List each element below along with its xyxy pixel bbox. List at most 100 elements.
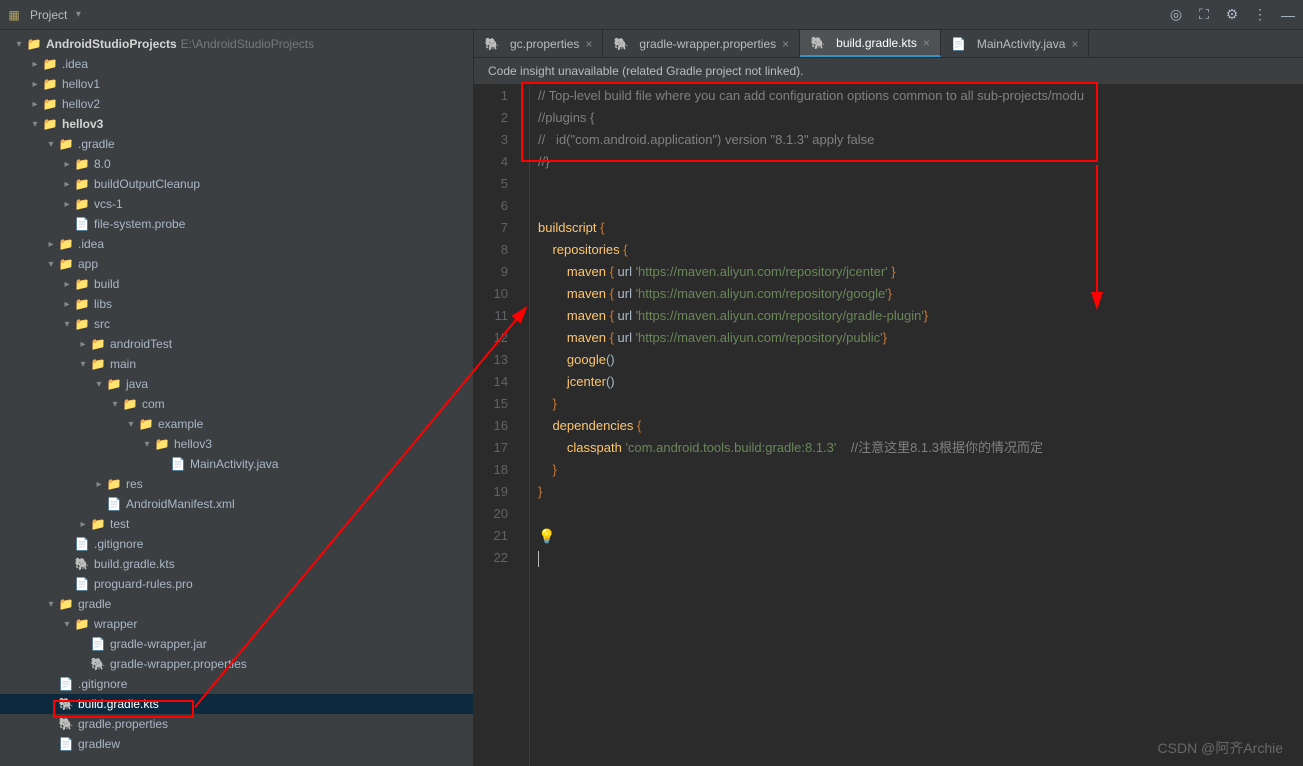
code-line[interactable]: } bbox=[538, 481, 1303, 503]
chevron-right-icon[interactable]: ▸ bbox=[60, 199, 74, 210]
code-line[interactable]: dependencies { bbox=[538, 415, 1303, 437]
chevron-down-icon[interactable]: ▾ bbox=[28, 119, 42, 130]
chevron-down-icon[interactable]: ▾ bbox=[44, 599, 58, 610]
code-line[interactable]: // Top-level build file where you can ad… bbox=[538, 85, 1303, 107]
close-icon[interactable]: × bbox=[1071, 37, 1078, 51]
tree-row[interactable]: ▸📁test bbox=[0, 514, 473, 534]
tab-gradle-wrapper-properties[interactable]: 🐘gradle-wrapper.properties× bbox=[603, 30, 800, 57]
chevron-down-icon[interactable]: ▾ bbox=[140, 439, 154, 450]
code-line[interactable]: classpath 'com.android.tools.build:gradl… bbox=[538, 437, 1303, 459]
tree-row[interactable]: ▾📁AndroidStudioProjects E:\AndroidStudio… bbox=[0, 34, 473, 54]
tree-row[interactable]: ▸📁vcs-1 bbox=[0, 194, 473, 214]
code-line[interactable]: maven { url 'https://maven.aliyun.com/re… bbox=[538, 327, 1303, 349]
code-line[interactable] bbox=[538, 503, 1303, 525]
tree-row[interactable]: 📄.gitignore bbox=[0, 534, 473, 554]
code-line[interactable]: // id("com.android.application") version… bbox=[538, 129, 1303, 151]
tree-row[interactable]: 🐘build.gradle.kts bbox=[0, 694, 473, 714]
tree-row[interactable]: ▸📁libs bbox=[0, 294, 473, 314]
close-icon[interactable]: × bbox=[923, 36, 930, 50]
code-line[interactable]: repositories { bbox=[538, 239, 1303, 261]
tree-row[interactable]: 📄proguard-rules.pro bbox=[0, 574, 473, 594]
code-line[interactable] bbox=[538, 195, 1303, 217]
tree-row[interactable]: ▾📁.gradle bbox=[0, 134, 473, 154]
code-line[interactable]: maven { url 'https://maven.aliyun.com/re… bbox=[538, 305, 1303, 327]
kebab-icon[interactable]: ⋮ bbox=[1251, 6, 1269, 24]
chevron-down-icon[interactable]: ▾ bbox=[92, 379, 106, 390]
chevron-down-icon[interactable]: ▾ bbox=[124, 419, 138, 430]
chevron-down-icon[interactable]: ▾ bbox=[12, 39, 26, 50]
tree-row[interactable]: ▸📁androidTest bbox=[0, 334, 473, 354]
tree-row[interactable]: 📄gradlew bbox=[0, 734, 473, 754]
close-icon[interactable]: × bbox=[585, 37, 592, 51]
tree-row[interactable]: ▾📁com bbox=[0, 394, 473, 414]
code-line[interactable]: } bbox=[538, 459, 1303, 481]
code-line[interactable]: buildscript { bbox=[538, 217, 1303, 239]
tree-row[interactable]: ▸📁hellov2 bbox=[0, 94, 473, 114]
code-line[interactable]: //plugins { bbox=[538, 107, 1303, 129]
tree-row[interactable]: 📄MainActivity.java bbox=[0, 454, 473, 474]
chevron-right-icon[interactable]: ▸ bbox=[60, 179, 74, 190]
insight-banner[interactable]: Code insight unavailable (related Gradle… bbox=[474, 58, 1303, 85]
tree-row[interactable]: ▸📁build bbox=[0, 274, 473, 294]
chevron-right-icon[interactable]: ▸ bbox=[60, 279, 74, 290]
tree-row[interactable]: 📄gradle-wrapper.jar bbox=[0, 634, 473, 654]
chevron-down-icon[interactable]: ▾ bbox=[44, 259, 58, 270]
minimize-icon[interactable]: — bbox=[1279, 6, 1297, 24]
code-line[interactable]: jcenter() bbox=[538, 371, 1303, 393]
chevron-right-icon[interactable]: ▸ bbox=[44, 239, 58, 250]
tab-gc-properties[interactable]: 🐘gc.properties× bbox=[474, 30, 603, 57]
chevron-down-icon[interactable]: ▾ bbox=[44, 139, 58, 150]
chevron-right-icon[interactable]: ▸ bbox=[60, 159, 74, 170]
tree-row[interactable]: 🐘gradle.properties bbox=[0, 714, 473, 734]
tree-row[interactable]: ▾📁java bbox=[0, 374, 473, 394]
tree-row[interactable]: 📄AndroidManifest.xml bbox=[0, 494, 473, 514]
expand-icon[interactable]: ⛶ bbox=[1195, 6, 1213, 24]
tree-row[interactable]: 🐘build.gradle.kts bbox=[0, 554, 473, 574]
chevron-right-icon[interactable]: ▸ bbox=[76, 519, 90, 530]
tree-row[interactable]: ▾📁main bbox=[0, 354, 473, 374]
tree-row[interactable]: ▸📁res bbox=[0, 474, 473, 494]
chevron-down-icon[interactable]: ▾ bbox=[76, 359, 90, 370]
chevron-right-icon[interactable]: ▸ bbox=[76, 339, 90, 350]
tree-row[interactable]: ▾📁gradle bbox=[0, 594, 473, 614]
gear-icon[interactable]: ⚙ bbox=[1223, 6, 1241, 24]
tab-MainActivity-java[interactable]: 📄MainActivity.java× bbox=[941, 30, 1090, 57]
tree-row[interactable]: 📄file-system.probe bbox=[0, 214, 473, 234]
close-icon[interactable]: × bbox=[782, 37, 789, 51]
code-line[interactable]: maven { url 'https://maven.aliyun.com/re… bbox=[538, 283, 1303, 305]
tree-row[interactable]: ▸📁.idea bbox=[0, 234, 473, 254]
code-content[interactable]: // Top-level build file where you can ad… bbox=[530, 85, 1303, 766]
tree-row[interactable]: 📄.gitignore bbox=[0, 674, 473, 694]
tree-row[interactable]: ▾📁example bbox=[0, 414, 473, 434]
code-line[interactable]: maven { url 'https://maven.aliyun.com/re… bbox=[538, 261, 1303, 283]
tree-row[interactable]: 🐘gradle-wrapper.properties bbox=[0, 654, 473, 674]
code-line[interactable]: google() bbox=[538, 349, 1303, 371]
chevron-right-icon[interactable]: ▸ bbox=[28, 79, 42, 90]
code-line[interactable]: } bbox=[538, 393, 1303, 415]
code-line[interactable] bbox=[538, 547, 1303, 569]
project-sidebar[interactable]: ▾📁AndroidStudioProjects E:\AndroidStudio… bbox=[0, 30, 474, 766]
tree-row[interactable]: ▾📁app bbox=[0, 254, 473, 274]
tab-build-gradle-kts[interactable]: 🐘build.gradle.kts× bbox=[800, 30, 941, 57]
chevron-down-icon[interactable]: ▾ bbox=[60, 319, 74, 330]
code-line[interactable]: 💡 bbox=[538, 525, 1303, 547]
project-dropdown[interactable]: ▦ Project ▾ bbox=[6, 7, 85, 23]
tree-row[interactable]: ▸📁.idea bbox=[0, 54, 473, 74]
chevron-right-icon[interactable]: ▸ bbox=[92, 479, 106, 490]
tree-row[interactable]: ▸📁hellov1 bbox=[0, 74, 473, 94]
chevron-right-icon[interactable]: ▸ bbox=[28, 59, 42, 70]
tree-row[interactable]: ▸📁8.0 bbox=[0, 154, 473, 174]
chevron-right-icon[interactable]: ▸ bbox=[28, 99, 42, 110]
code-line[interactable]: //} bbox=[538, 151, 1303, 173]
code-line[interactable] bbox=[538, 173, 1303, 195]
chevron-down-icon[interactable]: ▾ bbox=[60, 619, 74, 630]
tree-row[interactable]: ▾📁hellov3 bbox=[0, 434, 473, 454]
tree-row[interactable]: ▾📁wrapper bbox=[0, 614, 473, 634]
code-editor[interactable]: 12345678910111213141516171819202122 // T… bbox=[474, 85, 1303, 766]
chevron-right-icon[interactable]: ▸ bbox=[60, 299, 74, 310]
target-icon[interactable]: ◎ bbox=[1167, 6, 1185, 24]
tree-row[interactable]: ▾📁src bbox=[0, 314, 473, 334]
chevron-down-icon[interactable]: ▾ bbox=[108, 399, 122, 410]
tree-row[interactable]: ▸📁buildOutputCleanup bbox=[0, 174, 473, 194]
tree-row[interactable]: ▾📁hellov3 bbox=[0, 114, 473, 134]
